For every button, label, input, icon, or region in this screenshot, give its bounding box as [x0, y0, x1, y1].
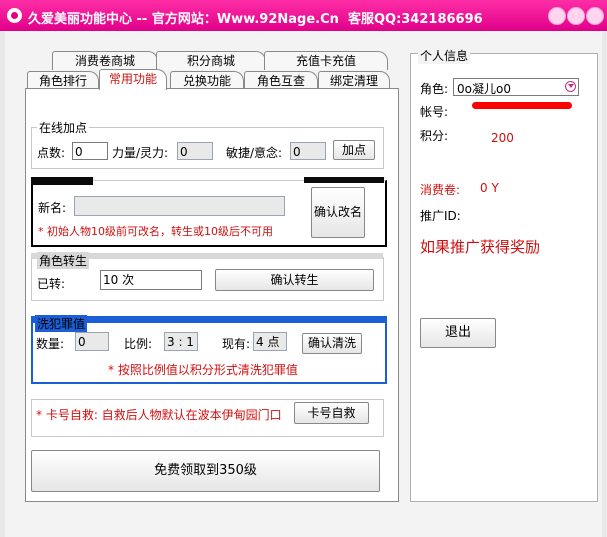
- current-label: 现有:: [222, 337, 251, 351]
- voucher-value: 0 Y: [480, 181, 499, 195]
- confirm-rebirth-button[interactable]: 确认转生: [215, 269, 374, 291]
- new-name-label: 新名:: [38, 201, 67, 215]
- clean-sin-note: * 按照比例值以积分形式清洗犯罪值: [108, 363, 298, 377]
- free-level-button[interactable]: 免费领取到350级: [31, 450, 380, 492]
- account-label: 帐号:: [420, 105, 449, 119]
- rebirth-title: 角色转生: [37, 252, 90, 269]
- close-button[interactable]: [586, 7, 604, 25]
- account-redacted: [472, 102, 572, 109]
- minimize-button[interactable]: [548, 7, 566, 25]
- app-logo-icon: [7, 8, 22, 23]
- voucher-label: 消费卷:: [420, 183, 461, 197]
- common-functions-panel: 在线加点 点数: 0 力量/灵力: 0 敏捷/意念: 0 加点 新名: 确认改名…: [25, 88, 399, 502]
- clean-sin-title: 洗犯罪值: [35, 315, 88, 332]
- tab-voucher-mall[interactable]: 消费卷商城: [52, 51, 158, 70]
- amount-label: 数量:: [36, 337, 65, 351]
- chevron-down-icon[interactable]: [565, 81, 576, 92]
- agility-label: 敏捷/意念:: [226, 146, 283, 160]
- role-label: 角色:: [420, 82, 449, 96]
- rebirth-count-field[interactable]: 10 次: [100, 270, 202, 290]
- confirm-rename-button[interactable]: 确认改名: [311, 187, 365, 238]
- power-label: 力量/灵力:: [112, 146, 169, 160]
- rename-decor-bar: [304, 177, 384, 183]
- promo-id-label: 推广ID:: [420, 209, 461, 223]
- online-points-title: 在线加点: [37, 119, 90, 136]
- current-field: 4 点: [253, 332, 287, 351]
- tab-recharge-card[interactable]: 充值卡充值: [264, 51, 388, 70]
- ratio-field: 3 : 1: [164, 332, 198, 351]
- personal-info-panel: [410, 53, 598, 502]
- personal-info-title: 个人信息: [418, 47, 471, 64]
- agility-input[interactable]: 0: [290, 142, 326, 160]
- rename-note: * 初始人物10级前可改名，转生或10级后不可用: [38, 225, 273, 238]
- self-rescue-note: * 卡号自救: 自救后人物默认在波本伊甸园门口: [36, 408, 282, 422]
- rename-title-redacted: [31, 177, 93, 185]
- add-points-button[interactable]: 加点: [333, 140, 375, 160]
- maximize-button[interactable]: [567, 7, 585, 25]
- self-rescue-button[interactable]: 卡号自救: [294, 402, 369, 424]
- tab-points-mall[interactable]: 积分商城: [156, 51, 266, 70]
- confirm-clean-button[interactable]: 确认清洗: [302, 333, 362, 354]
- tab-common-functions[interactable]: 常用功能: [99, 69, 167, 90]
- promo-reward-text: 如果推广获得奖励: [420, 238, 541, 256]
- amount-input[interactable]: 0: [75, 332, 109, 351]
- power-input[interactable]: 0: [177, 142, 213, 160]
- score-value: 200: [491, 131, 514, 145]
- points-label: 点数:: [37, 146, 66, 160]
- role-select[interactable]: 0o凝儿o0: [453, 78, 579, 96]
- score-label: 积分:: [420, 129, 449, 143]
- role-selected-value: 0o凝儿o0: [457, 82, 511, 96]
- points-input[interactable]: 0: [72, 142, 108, 160]
- title-bar: 久爱美丽功能中心 -- 官方网站：Www.92Nage.Cn 客服QQ:3421…: [0, 0, 607, 31]
- ratio-label: 比例:: [124, 337, 153, 351]
- window-title: 久爱美丽功能中心 -- 官方网站：Www.92Nage.Cn 客服QQ:3421…: [28, 12, 483, 27]
- rebirth-done-label: 已转:: [37, 277, 66, 291]
- exit-button[interactable]: 退出: [420, 318, 496, 348]
- new-name-input[interactable]: [74, 196, 285, 216]
